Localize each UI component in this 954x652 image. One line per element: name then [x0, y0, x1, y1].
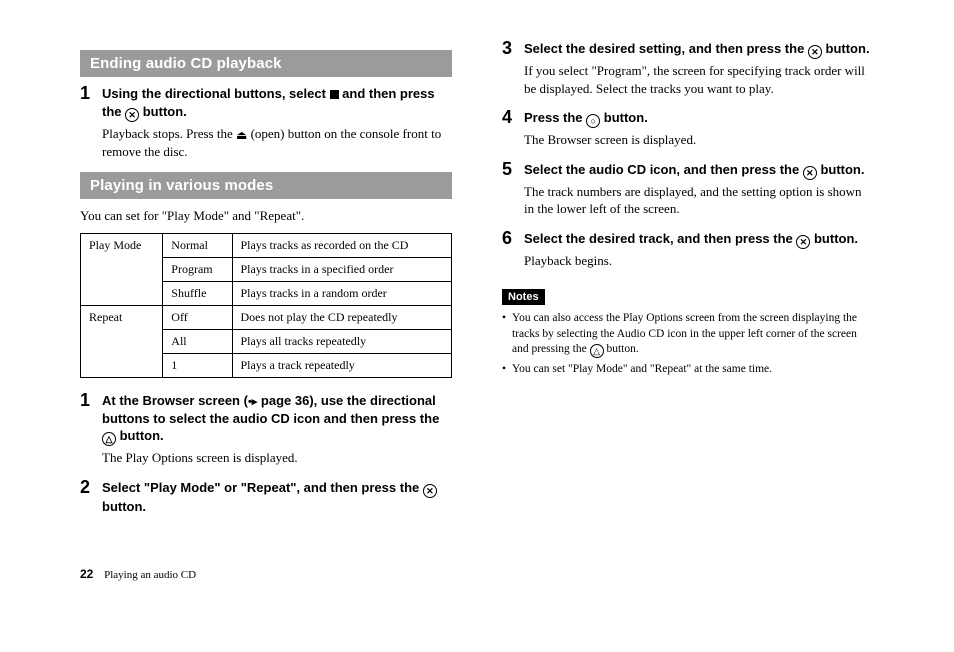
table-row: Play Mode Normal Plays tracks as recorde…: [81, 233, 452, 257]
section-heading-modes: Playing in various modes: [80, 172, 452, 199]
step-heading: Select "Play Mode" or "Repeat", and then…: [102, 479, 452, 516]
cell: All: [163, 329, 232, 353]
cell: 1: [163, 353, 232, 377]
step-heading: Select the desired setting, and then pre…: [524, 40, 874, 59]
cell: Plays a track repeatedly: [232, 353, 452, 377]
step-number: 5: [502, 159, 512, 180]
text: button.: [822, 41, 870, 56]
modes-step-3: 3 Select the desired setting, and then p…: [502, 40, 874, 97]
text: Using the directional buttons, select: [102, 86, 330, 101]
step-body: The Browser screen is displayed.: [524, 131, 874, 149]
step-number: 3: [502, 38, 512, 59]
step-heading: Select the audio CD icon, and then press…: [524, 161, 874, 180]
footer-title: Playing an audio CD: [104, 569, 196, 581]
text: button.: [102, 499, 146, 514]
cell: Play Mode: [81, 233, 163, 305]
step-heading: Using the directional buttons, select an…: [102, 85, 452, 122]
ending-step-1: 1 Using the directional buttons, select …: [80, 85, 452, 160]
x-button-icon: ✕: [803, 166, 817, 180]
text: You can also access the Play Options scr…: [512, 312, 857, 355]
text: button.: [810, 231, 858, 246]
notes-label: Notes: [502, 289, 545, 305]
step-body: Playback begins.: [524, 252, 874, 270]
step-number: 1: [80, 83, 90, 104]
text: Select the desired track, and then press…: [524, 231, 796, 246]
text: Press the: [524, 110, 586, 125]
eject-icon: ⏏: [236, 128, 247, 142]
page-columns: Ending audio CD playback 1 Using the dir…: [80, 40, 874, 527]
text: Select "Play Mode" or "Repeat", and then…: [102, 480, 423, 495]
page-ref-icon: •▸: [248, 396, 257, 408]
text: button.: [139, 104, 187, 119]
left-column: Ending audio CD playback 1 Using the dir…: [80, 40, 452, 527]
text: button.: [116, 428, 164, 443]
right-column: 3 Select the desired setting, and then p…: [502, 40, 874, 527]
page-footer: 22 Playing an audio CD: [80, 567, 874, 581]
x-button-icon: ✕: [125, 108, 139, 122]
note-item: You can also access the Play Options scr…: [502, 311, 874, 358]
section-heading-ending: Ending audio CD playback: [80, 50, 452, 77]
step-heading: Select the desired track, and then press…: [524, 230, 874, 249]
step-body: If you select "Program", the screen for …: [524, 62, 874, 97]
modes-step-4: 4 Press the ○ button. The Browser screen…: [502, 109, 874, 149]
step-number: 1: [80, 390, 90, 411]
note-item: You can set "Play Mode" and "Repeat" at …: [502, 362, 874, 378]
cell: Off: [163, 305, 232, 329]
cell: Plays all tracks repeatedly: [232, 329, 452, 353]
modes-step-2: 2 Select "Play Mode" or "Repeat", and th…: [80, 479, 452, 516]
cell: Plays tracks as recorded on the CD: [232, 233, 452, 257]
cell: Program: [163, 257, 232, 281]
cell: Plays tracks in a specified order: [232, 257, 452, 281]
modes-step-6: 6 Select the desired track, and then pre…: [502, 230, 874, 270]
text: Select the audio CD icon, and then press…: [524, 162, 803, 177]
text: button.: [600, 110, 648, 125]
triangle-button-icon: △: [590, 344, 604, 358]
triangle-button-icon: △: [102, 432, 116, 446]
step-body: The track numbers are displayed, and the…: [524, 183, 874, 218]
stop-icon: [330, 90, 339, 99]
step-number: 6: [502, 228, 512, 249]
circle-button-icon: ○: [586, 114, 600, 128]
modes-step-5: 5 Select the audio CD icon, and then pre…: [502, 161, 874, 218]
table-row: Repeat Off Does not play the CD repeated…: [81, 305, 452, 329]
cell: Shuffle: [163, 281, 232, 305]
text: Select the desired setting, and then pre…: [524, 41, 808, 56]
cell: Repeat: [81, 305, 163, 377]
text: button.: [817, 162, 865, 177]
step-heading: Press the ○ button.: [524, 109, 874, 128]
play-mode-table: Play Mode Normal Plays tracks as recorde…: [80, 233, 452, 378]
step-body: The Play Options screen is displayed.: [102, 449, 452, 467]
x-button-icon: ✕: [796, 235, 810, 249]
text: Playback stops. Press the: [102, 126, 236, 141]
step-number: 4: [502, 107, 512, 128]
intro-text: You can set for "Play Mode" and "Repeat"…: [80, 207, 452, 225]
x-button-icon: ✕: [423, 484, 437, 498]
cell: Normal: [163, 233, 232, 257]
step-body: Playback stops. Press the ⏏ (open) butto…: [102, 125, 452, 161]
page-number: 22: [80, 567, 93, 581]
text: At the Browser screen (: [102, 393, 248, 408]
step-number: 2: [80, 477, 90, 498]
x-button-icon: ✕: [808, 45, 822, 59]
cell: Does not play the CD repeatedly: [232, 305, 452, 329]
cell: Plays tracks in a random order: [232, 281, 452, 305]
step-heading: At the Browser screen (•▸ page 36), use …: [102, 392, 452, 446]
modes-step-1: 1 At the Browser screen (•▸ page 36), us…: [80, 392, 452, 467]
text: button.: [604, 343, 639, 355]
